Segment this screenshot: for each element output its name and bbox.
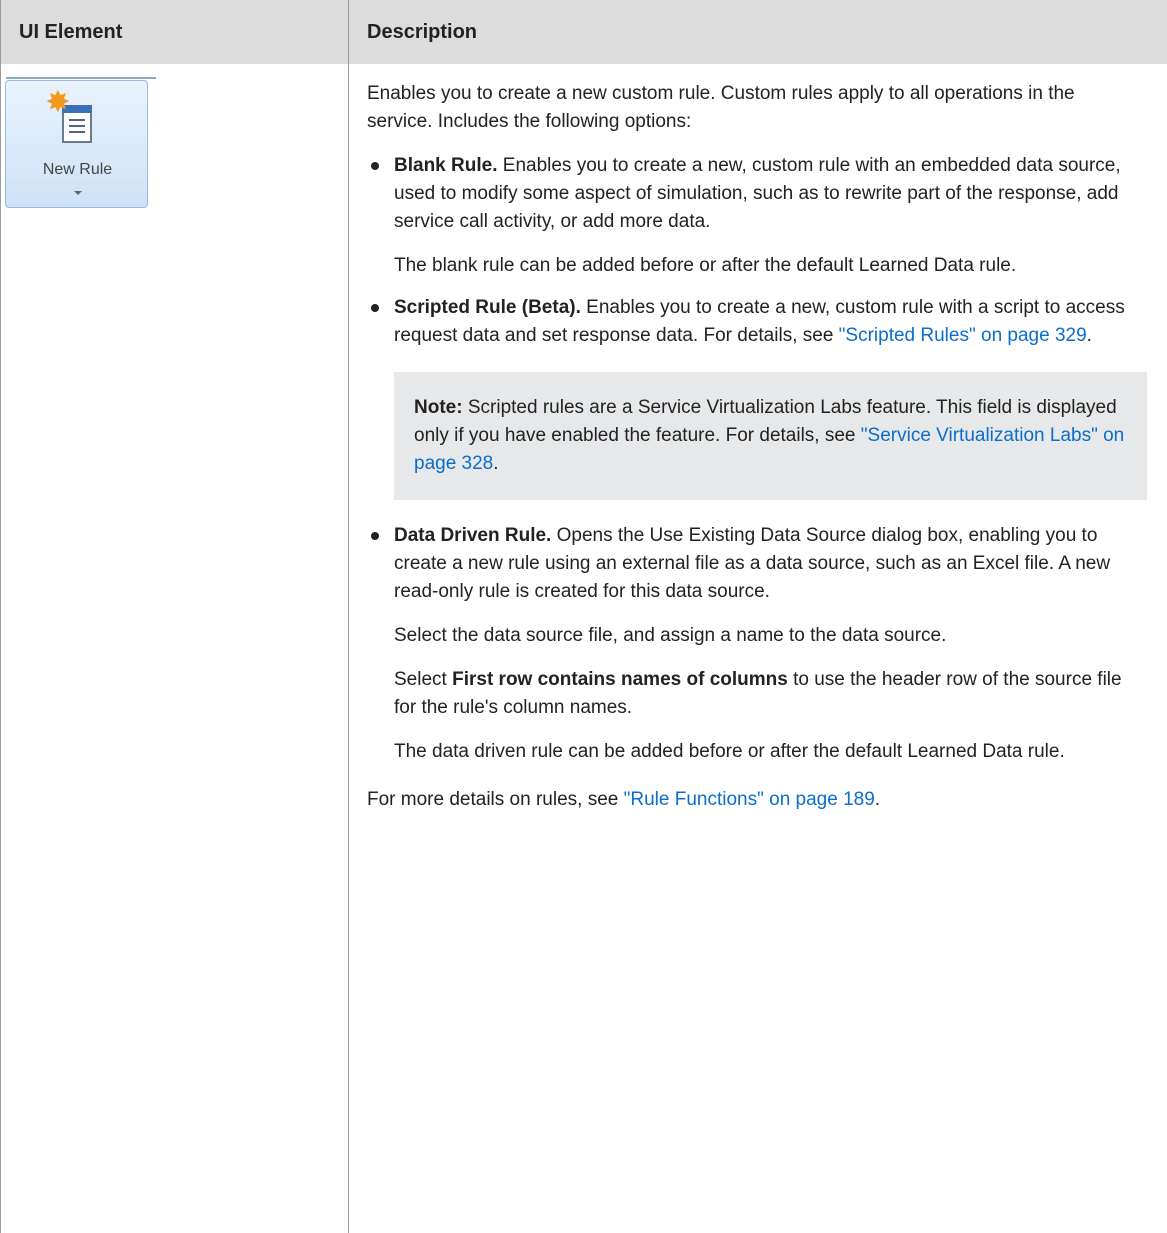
header-ui-element: UI Element [1, 0, 349, 64]
ribbon-divider [6, 77, 156, 79]
blank-rule-title: Blank Rule. [394, 155, 497, 176]
scripted-rule-period: . [1087, 325, 1092, 346]
footer-text: For more details on rules, see "Rule Fun… [367, 786, 1139, 814]
star-icon: ✸ [44, 89, 72, 117]
scripted-rule-desc: Scripted Rule (Beta). Enables you to cre… [394, 294, 1139, 350]
blank-rule-extra: The blank rule can be added before or af… [394, 252, 1139, 280]
blank-rule-desc: Blank Rule. Enables you to create a new,… [394, 152, 1139, 236]
bullet-icon [371, 532, 379, 540]
note-box: Note: Scripted rules are a Service Virtu… [394, 372, 1147, 500]
header-description: Description [349, 0, 1167, 64]
new-rule-label: New Rule [6, 161, 149, 179]
ui-element-table: UI Element Description ✸ [0, 0, 1167, 1233]
scripted-rule-title: Scripted Rule (Beta). [394, 297, 581, 318]
footer-pre: For more details on rules, see [367, 789, 618, 810]
p3-pre: Select [394, 669, 447, 690]
list-item-scripted-rule: Scripted Rule (Beta). Enables you to cre… [367, 294, 1139, 500]
data-driven-title: Data Driven Rule. [394, 525, 551, 546]
document-page: UI Element Description ✸ [0, 0, 1167, 1217]
data-driven-desc: Data Driven Rule. Opens the Use Existing… [394, 522, 1139, 606]
list-item-data-driven-rule: Data Driven Rule. Opens the Use Existing… [367, 522, 1139, 766]
p3-bold: First row contains names of columns [452, 669, 788, 690]
description-cell: Enables you to create a new custom rule.… [349, 64, 1167, 1233]
footer-period: . [875, 789, 880, 810]
blank-rule-text: Enables you to create a new, custom rule… [394, 155, 1121, 232]
note-text: Note: Scripted rules are a Service Virtu… [414, 394, 1127, 478]
note-period: . [493, 453, 498, 474]
bullet-icon [371, 162, 379, 170]
options-list: Blank Rule. Enables you to create a new,… [367, 152, 1139, 766]
rule-functions-link[interactable]: "Rule Functions" on page 189 [624, 789, 875, 810]
data-driven-p3: Select First row contains names of colum… [394, 666, 1139, 722]
intro-text: Enables you to create a new custom rule.… [367, 80, 1139, 136]
chevron-down-icon [74, 191, 82, 195]
table-row: ✸ New Rule Enables you to create a new c… [1, 64, 1167, 1233]
ui-element-cell: ✸ New Rule [1, 64, 349, 1233]
table-header-row: UI Element Description [1, 0, 1167, 64]
note-label: Note: [414, 397, 463, 418]
data-driven-p2: Select the data source file, and assign … [394, 622, 1139, 650]
bullet-icon [371, 304, 379, 312]
list-item-blank-rule: Blank Rule. Enables you to create a new,… [367, 152, 1139, 280]
scripted-rules-link[interactable]: "Scripted Rules" on page 329 [839, 325, 1087, 346]
data-driven-p4: The data driven rule can be added before… [394, 738, 1139, 766]
new-rule-button[interactable]: ✸ New Rule [5, 80, 148, 208]
